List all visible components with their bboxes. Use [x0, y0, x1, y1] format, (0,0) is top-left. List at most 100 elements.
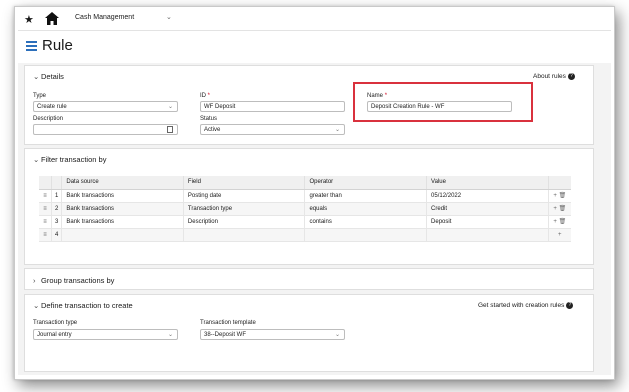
drag-handle-icon[interactable]: ≡ [39, 189, 52, 203]
id-label: ID * [200, 93, 210, 99]
cell-value[interactable]: 05/12/2022 [426, 189, 549, 203]
module-selector[interactable]: Cash Management [75, 14, 134, 21]
column-header-source: Data source [61, 176, 184, 190]
chevron-down-icon: ⌄ [334, 332, 340, 338]
question-icon: ? [567, 73, 575, 80]
drag-handle-icon[interactable]: ≡ [39, 228, 52, 242]
description-label: Description [33, 116, 64, 122]
plus-icon[interactable]: + [553, 193, 557, 199]
column-header-value: Value [426, 176, 549, 190]
plus-icon[interactable]: + [553, 219, 557, 225]
group-header[interactable]: › Group transactions by [33, 276, 114, 285]
template-select[interactable]: 38--Deposit WF ⌄ [200, 329, 345, 340]
plus-icon[interactable]: + [558, 232, 562, 238]
creation-rules-link[interactable]: Get started with creation rules? [478, 302, 574, 310]
trash-icon[interactable]: 🗑 [559, 206, 567, 212]
id-value: WF Deposit [204, 104, 236, 110]
column-header-operator: Operator [304, 176, 428, 190]
about-rules-link[interactable]: About rules? [533, 73, 575, 80]
txn-type-select[interactable]: Journal entry ⌄ [33, 329, 178, 340]
chevron-down-icon: ⌄ [334, 127, 340, 133]
cell-operator[interactable]: equals [304, 202, 428, 216]
cell-value[interactable]: Credit [426, 202, 549, 216]
page-title: Rule [42, 37, 73, 54]
description-input[interactable] [33, 124, 178, 135]
chevron-down-icon: ⌄ [33, 155, 40, 164]
template-value: 38--Deposit WF [204, 332, 247, 338]
group-section: › Group transactions by [24, 268, 594, 290]
about-rules-label: About rules [533, 73, 566, 81]
status-select[interactable]: Active ⌄ [200, 124, 345, 135]
group-title: Group transactions by [41, 276, 115, 285]
star-icon[interactable]: ★ [24, 13, 34, 26]
type-select[interactable]: Create rule ⌄ [33, 101, 178, 112]
required-marker: * [207, 93, 211, 99]
column-header-field: Field [183, 176, 306, 190]
status-value: Active [204, 127, 221, 133]
define-header[interactable]: ⌄ Define transaction to create [33, 301, 133, 310]
table-header-actions [548, 176, 571, 190]
app-window: ★ Cash Management ⌄ Rule ⌄ Details About … [18, 9, 611, 375]
filter-title: Filter transaction by [41, 155, 107, 164]
details-title: Details [41, 72, 64, 81]
id-input[interactable]: WF Deposit [200, 101, 345, 112]
top-nav: ★ Cash Management ⌄ [18, 9, 611, 31]
trash-icon[interactable]: 🗑 [559, 193, 567, 199]
table-row: ≡ 4 + [39, 228, 571, 242]
status-label: Status [200, 116, 218, 122]
table-header-drag [39, 176, 52, 190]
cell-value[interactable] [426, 228, 549, 242]
cell-field[interactable]: Transaction type [183, 202, 306, 216]
table-row: ≡ 3 Bank transactions Description contai… [39, 215, 571, 229]
row-actions: + 🗑 [548, 202, 571, 216]
drag-handle-icon[interactable]: ≡ [39, 215, 52, 229]
cell-operator[interactable] [304, 228, 428, 242]
txn-type-value: Journal entry [37, 332, 72, 338]
row-actions: + 🗑 [548, 189, 571, 203]
row-actions: + 🗑 [548, 215, 571, 229]
chevron-down-icon: ⌄ [167, 104, 173, 110]
filter-section: ⌄ Filter transaction by Data source Field… [24, 148, 594, 265]
row-number: 4 [51, 228, 63, 242]
trash-icon[interactable]: 🗑 [559, 219, 567, 225]
chevron-down-icon: ⌄ [167, 332, 173, 338]
home-icon[interactable] [45, 12, 59, 25]
row-number: 3 [51, 215, 63, 229]
row-number: 1 [51, 189, 63, 203]
cell-operator[interactable]: contains [304, 215, 428, 229]
page-header: Rule [18, 31, 611, 63]
id-label-text: ID [200, 93, 206, 99]
details-header[interactable]: ⌄ Details [33, 72, 64, 81]
highlight-box [353, 82, 533, 122]
chevron-right-icon: › [33, 276, 36, 285]
list-icon[interactable] [26, 41, 37, 51]
row-actions: + [548, 228, 571, 242]
type-value: Create rule [37, 104, 67, 110]
row-number: 2 [51, 202, 63, 216]
chevron-down-icon[interactable]: ⌄ [166, 13, 172, 21]
cell-source[interactable] [61, 228, 184, 242]
filter-table: Data source Field Operator Value ≡ 1 Ban… [39, 176, 571, 242]
cell-field[interactable]: Description [183, 215, 306, 229]
drag-handle-icon[interactable]: ≡ [39, 202, 52, 216]
question-icon: ? [566, 302, 574, 309]
table-row: ≡ 1 Bank transactions Posting date great… [39, 189, 571, 203]
template-label: Transaction template [200, 320, 256, 326]
chevron-down-icon: ⌄ [33, 72, 40, 81]
plus-icon[interactable]: + [553, 206, 557, 212]
calendar-icon[interactable] [167, 126, 173, 133]
define-section: ⌄ Define transaction to create Get starte… [24, 294, 594, 372]
cell-source[interactable]: Bank transactions [61, 189, 184, 203]
txn-type-label: Transaction type [33, 320, 78, 326]
table-row: ≡ 2 Bank transactions Transaction type e… [39, 202, 571, 216]
cell-source[interactable]: Bank transactions [61, 215, 184, 229]
chevron-down-icon: ⌄ [33, 301, 40, 310]
creation-rules-label: Get started with creation rules [478, 302, 565, 310]
cell-field[interactable]: Posting date [183, 189, 306, 203]
define-title: Define transaction to create [41, 301, 133, 310]
cell-source[interactable]: Bank transactions [61, 202, 184, 216]
filter-header[interactable]: ⌄ Filter transaction by [33, 155, 106, 164]
cell-value[interactable]: Deposit [426, 215, 549, 229]
cell-field[interactable] [183, 228, 306, 242]
cell-operator[interactable]: greater than [304, 189, 428, 203]
